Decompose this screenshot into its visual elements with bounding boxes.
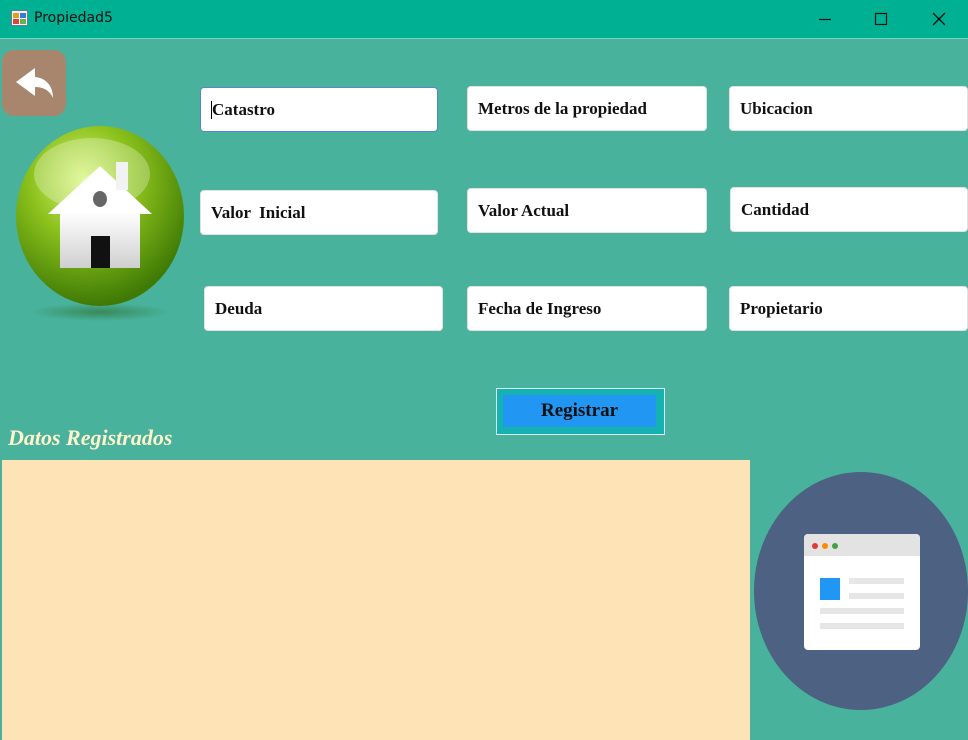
fecha-ingreso-field[interactable]: Fecha de Ingreso: [467, 286, 707, 331]
back-button[interactable]: [2, 50, 66, 116]
minimize-button[interactable]: [802, 0, 848, 38]
cantidad-field[interactable]: Cantidad: [730, 187, 968, 232]
close-button[interactable]: [916, 0, 962, 38]
deuda-field[interactable]: Deuda: [204, 286, 443, 331]
maximize-button[interactable]: [858, 0, 904, 38]
ubicacion-field-label: Ubicacion: [740, 99, 813, 118]
valor-inicial-field[interactable]: Valor Inicial: [200, 190, 438, 235]
title-bar: Propiedad5: [0, 0, 968, 39]
register-button-frame: Registrar: [496, 388, 665, 435]
valor-actual-field-label: Valor Actual: [478, 201, 570, 220]
catastro-field[interactable]: Catastro: [200, 87, 438, 132]
app-icon: [11, 10, 28, 26]
records-list[interactable]: [2, 460, 750, 740]
valor-inicial-field-label: Valor Inicial: [211, 203, 306, 222]
records-heading: Datos Registrados: [8, 425, 173, 450]
cantidad-field-label: Cantidad: [741, 200, 810, 219]
browser-document-icon: [754, 472, 968, 710]
propietario-field-label: Propietario: [740, 299, 823, 318]
metros-field[interactable]: Metros de la propiedad: [467, 86, 707, 131]
valor-actual-field[interactable]: Valor Actual: [467, 188, 707, 233]
fecha-ingreso-field-label: Fecha de Ingreso: [478, 299, 602, 318]
close-icon: [932, 12, 946, 26]
deuda-field-label: Deuda: [215, 299, 263, 318]
house-icon: [16, 126, 184, 321]
register-button[interactable]: Registrar: [503, 395, 656, 427]
ubicacion-field[interactable]: Ubicacion: [729, 86, 968, 131]
metros-field-label: Metros de la propiedad: [478, 99, 647, 118]
back-arrow-icon: [16, 68, 53, 98]
propietario-field[interactable]: Propietario: [729, 286, 968, 331]
maximize-icon: [874, 12, 888, 26]
window-title: Propiedad5: [34, 10, 113, 26]
catastro-field-label: Catastro: [212, 100, 275, 119]
minimize-icon: [819, 18, 831, 21]
